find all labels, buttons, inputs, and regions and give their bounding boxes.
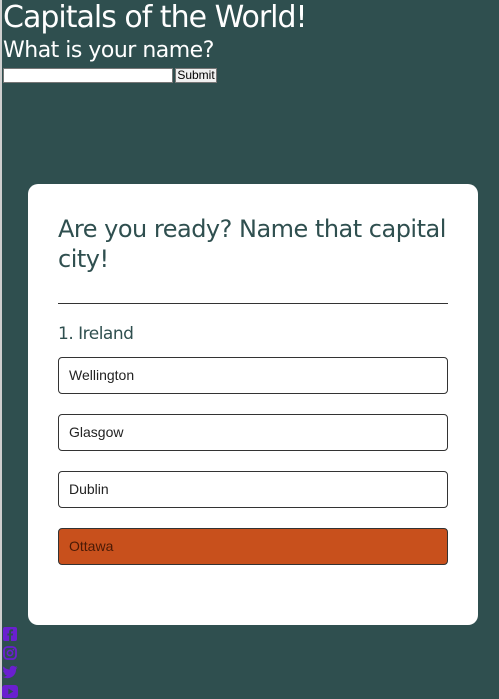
facebook-icon[interactable] bbox=[2, 627, 18, 641]
divider bbox=[58, 303, 448, 304]
name-prompt: What is your name? bbox=[3, 38, 214, 63]
page-title: Capitals of the World! bbox=[3, 0, 308, 35]
instagram-icon[interactable] bbox=[2, 646, 18, 660]
submit-button[interactable]: Submit bbox=[175, 68, 217, 83]
name-input[interactable] bbox=[3, 68, 173, 83]
window-edge bbox=[0, 0, 2, 699]
answer-option-4[interactable]: Ottawa bbox=[58, 528, 448, 565]
twitter-icon[interactable] bbox=[2, 665, 18, 679]
answer-option-3[interactable]: Dublin bbox=[58, 471, 448, 508]
quiz-heading: Are you ready? Name that capital city! bbox=[58, 215, 446, 273]
question-label: 1. Ireland bbox=[58, 324, 134, 344]
youtube-icon[interactable] bbox=[2, 684, 18, 698]
answer-option-1[interactable]: Wellington bbox=[58, 357, 448, 394]
answer-option-2[interactable]: Glasgow bbox=[58, 414, 448, 451]
quiz-card: Are you ready? Name that capital city! 1… bbox=[28, 184, 478, 625]
